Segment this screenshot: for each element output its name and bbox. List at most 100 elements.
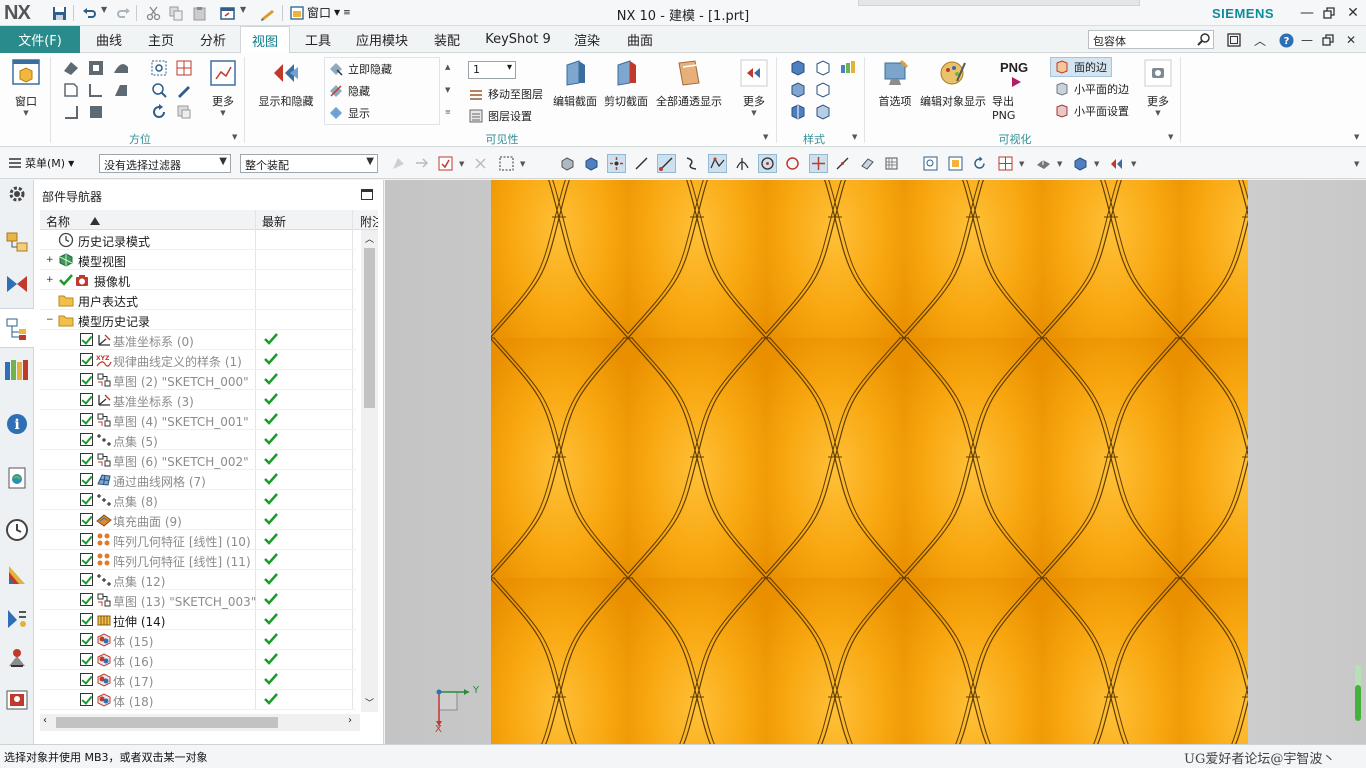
show-button[interactable]: 显示	[328, 105, 370, 121]
history-clock-icon[interactable]	[5, 518, 29, 542]
settings-gear-icon[interactable]	[7, 184, 27, 204]
select-solid-icon[interactable]	[558, 154, 577, 173]
snap-arrow-icon[interactable]	[412, 154, 431, 173]
zoom-icon[interactable]	[87, 59, 105, 77]
orientation-group-expand-icon[interactable]: ▼	[232, 133, 237, 141]
selection-filter-dropdown-icon[interactable]: ▼	[459, 160, 464, 168]
view-iso-icon[interactable]	[112, 81, 130, 99]
scale-pattern-surface[interactable]	[491, 180, 1248, 744]
box-select-icon[interactable]	[497, 154, 516, 173]
refresh-icon[interactable]	[150, 103, 168, 121]
view-rotate-icon[interactable]	[970, 154, 989, 173]
small-plane-settings-button[interactable]: 小平面设置	[1054, 103, 1129, 119]
deselect-icon[interactable]	[471, 154, 490, 173]
collapse-icon[interactable]: −	[46, 315, 54, 325]
tree-row[interactable]: + 摄像机	[40, 270, 356, 290]
zoom-in-icon[interactable]	[150, 81, 168, 99]
column-header-latest[interactable]: 最新	[262, 213, 286, 230]
feature-row[interactable]: 点集 (8)	[40, 490, 356, 510]
restore-button[interactable]	[1318, 2, 1340, 24]
clip-section-button[interactable]: 剪切截面	[603, 57, 649, 109]
select-body-icon[interactable]	[582, 154, 601, 173]
feature-visibility-checkbox[interactable]	[80, 613, 93, 626]
expand-icon[interactable]: +	[46, 275, 54, 285]
tab-tools[interactable]: 工具	[293, 26, 343, 53]
show-hide-scroll-down-icon[interactable]: ▼	[445, 86, 450, 94]
information-icon[interactable]: i	[5, 412, 29, 436]
snap-line-icon[interactable]	[632, 154, 651, 173]
feature-row[interactable]: 点集 (12)	[40, 570, 356, 590]
toolbar-options-icon[interactable]: ▼	[1354, 160, 1359, 168]
snap-on-curve-icon[interactable]	[833, 154, 852, 173]
feature-visibility-checkbox[interactable]	[80, 413, 93, 426]
feature-row[interactable]: 阵列几何特征 [线性] (11)	[40, 550, 356, 570]
render-style-icon[interactable]	[1034, 154, 1053, 173]
tree-row[interactable]: 用户表达式	[40, 290, 356, 310]
snap-endpoint-icon[interactable]	[657, 154, 676, 173]
feature-visibility-checkbox[interactable]	[80, 533, 93, 546]
ribbon-options-icon[interactable]: ▼	[1354, 133, 1359, 141]
vertical-scroll-thumb[interactable]	[364, 248, 375, 408]
show-hide-expand-icon[interactable]: ≡	[445, 108, 451, 116]
all-transparent-button[interactable]: 全部通透显示	[655, 57, 723, 109]
navigator-vertical-scrollbar[interactable]: ︿ ﹀	[361, 230, 378, 712]
face-edges-button[interactable]: 面的边	[1054, 59, 1107, 75]
render-style-dropdown-icon[interactable]: ▼	[1057, 160, 1062, 168]
feature-row[interactable]: 草图 (4) "SKETCH_001"	[40, 410, 356, 430]
undo-dropdown-icon[interactable]: ▼	[101, 5, 107, 14]
expand-icon[interactable]: +	[46, 255, 54, 265]
command-search-input[interactable]: 包容体	[1088, 30, 1214, 49]
constraint-navigator-icon[interactable]	[5, 272, 29, 296]
tab-view[interactable]: 视图	[240, 26, 290, 53]
feature-row[interactable]: 草图 (2) "SKETCH_000"	[40, 370, 356, 390]
feature-visibility-checkbox[interactable]	[80, 453, 93, 466]
feature-visibility-checkbox[interactable]	[80, 693, 93, 706]
more-orientation-button[interactable]: 更多 ▼	[204, 57, 242, 117]
background-icon[interactable]	[1071, 154, 1090, 173]
snap-center-icon[interactable]	[758, 154, 777, 173]
window-switch-icon[interactable]	[218, 4, 236, 22]
view-zoom-icon[interactable]	[946, 154, 965, 173]
feature-row[interactable]: 草图 (13) "SKETCH_003"	[40, 590, 356, 610]
orient-view-icon[interactable]	[996, 154, 1015, 173]
part-navigator-tab[interactable]	[0, 308, 34, 348]
snap-curve-icon[interactable]	[682, 154, 701, 173]
feature-visibility-checkbox[interactable]	[80, 473, 93, 486]
column-header-notes[interactable]: 附注	[360, 213, 378, 230]
close-button[interactable]: ✕	[1342, 2, 1364, 24]
feature-row[interactable]: 体 (18)	[40, 690, 356, 710]
feature-row[interactable]: 体 (15)	[40, 630, 356, 650]
box-select-dropdown-icon[interactable]: ▼	[520, 160, 525, 168]
maximize-navigator-icon[interactable]	[361, 189, 373, 200]
feature-visibility-checkbox[interactable]	[80, 593, 93, 606]
scroll-right-icon[interactable]: ›	[348, 715, 352, 726]
paste-icon[interactable]	[190, 4, 208, 22]
visual-analysis-icon[interactable]	[5, 562, 29, 586]
snap-point-icon[interactable]	[607, 154, 626, 173]
zoom-window-icon[interactable]	[150, 59, 168, 77]
snap-control-point-icon[interactable]	[708, 154, 727, 173]
column-header-name[interactable]: 名称	[46, 213, 70, 230]
main-menu-button[interactable]: 菜单(M) ▼	[8, 155, 74, 171]
save-icon[interactable]	[50, 4, 68, 22]
edit-section-button[interactable]: 编辑截面	[552, 57, 598, 109]
style-group-expand-icon[interactable]: ▼	[852, 133, 857, 141]
view-grid-icon[interactable]	[175, 59, 193, 77]
snap-existing-point-icon[interactable]	[809, 154, 828, 173]
feature-row[interactable]: 点集 (5)	[40, 430, 356, 450]
graphics-window[interactable]: Y X	[385, 180, 1366, 744]
more-visibility-button[interactable]: 更多 ▼	[736, 57, 772, 117]
work-layer-icon[interactable]	[1107, 154, 1126, 173]
type-filter-select[interactable]: 没有选择过滤器 ▼	[99, 154, 231, 173]
view-front-icon[interactable]	[87, 81, 105, 99]
feature-row[interactable]: XYZ 规律曲线定义的样条 (1)	[40, 350, 356, 370]
feature-visibility-checkbox[interactable]	[80, 553, 93, 566]
minimize-button[interactable]: —	[1296, 2, 1318, 24]
window-menu[interactable]: 窗口 ▼ ≡	[290, 4, 351, 21]
roles-icon[interactable]	[5, 688, 29, 712]
show-hide-button[interactable]: 显示和隐藏	[256, 57, 316, 109]
more-visualization-button[interactable]: 更多 ▼	[1140, 57, 1176, 117]
pen-icon[interactable]	[175, 81, 193, 99]
feature-visibility-checkbox[interactable]	[80, 653, 93, 666]
search-icon[interactable]	[1196, 32, 1211, 47]
